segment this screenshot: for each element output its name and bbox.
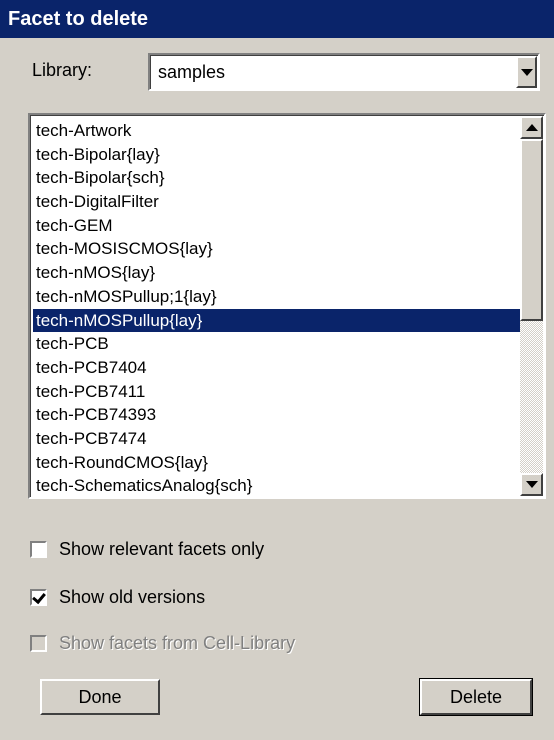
facet-list-item[interactable]: tech-PCB [33, 332, 521, 356]
facet-list-item[interactable]: tech-PCB74393 [33, 403, 521, 427]
facet-list-items: tech-Artwork tech-Bipolar{lay} tech-Bipola… [33, 119, 521, 498]
facet-list-item[interactable]: tech-SchematicsAnalog{sch} [33, 474, 521, 498]
show-cell-library-checkbox [30, 635, 47, 652]
facet-list-item[interactable]: tech-PCB7474 [33, 427, 521, 451]
library-select[interactable]: samples [148, 53, 540, 91]
facet-list-item[interactable]: tech-PCB7404 [33, 356, 521, 380]
done-button[interactable]: Done [40, 679, 160, 715]
delete-button[interactable]: Delete [419, 678, 533, 716]
facet-list-item[interactable]: tech-GEM [33, 214, 521, 238]
show-old-versions-checkbox[interactable] [30, 589, 47, 606]
chevron-down-icon [520, 68, 533, 76]
facet-list-item[interactable]: tech-Artwork [33, 119, 521, 143]
arrow-down-icon [525, 481, 538, 488]
facet-list-item[interactable]: tech-DigitalFilter [33, 190, 521, 214]
facet-list-item[interactable]: tech-RoundCMOS{lay} [33, 451, 521, 475]
facet-list-item[interactable]: tech-MOSISCMOS{lay} [33, 237, 521, 261]
facet-list-item[interactable]: tech-PCB7411 [33, 380, 521, 404]
show-relevant-label: Show relevant facets only [59, 539, 265, 559]
library-select-value: samples [158, 62, 226, 82]
arrow-up-icon [525, 124, 538, 131]
show-relevant-option[interactable]: Show relevant facets only [30, 539, 264, 560]
scrollbar-thumb[interactable] [520, 139, 543, 321]
facet-list-item[interactable]: tech-nMOSPullup{lay} [33, 308, 521, 333]
facet-list-item[interactable]: tech-Bipolar{lay} [33, 143, 521, 167]
show-old-versions-option[interactable]: Show old versions [30, 587, 205, 608]
checkmark-icon [32, 589, 46, 605]
window-title: Facet to delete [0, 0, 554, 38]
library-dropdown-button[interactable] [516, 56, 537, 88]
facet-list-scrollbar[interactable] [520, 116, 543, 496]
scroll-up-button[interactable] [520, 116, 543, 139]
scroll-down-button[interactable] [520, 473, 543, 496]
facet-list-item[interactable]: tech-nMOS{lay} [33, 261, 521, 285]
show-cell-library-label: Show facets from Cell-Library [59, 633, 296, 653]
library-label: Library: [32, 60, 93, 80]
show-relevant-checkbox[interactable] [30, 541, 47, 558]
facet-list-item[interactable]: tech-nMOSPullup;1{lay} [33, 285, 521, 309]
show-cell-library-option: Show facets from Cell-Library [30, 633, 295, 654]
facet-list-item[interactable]: tech-Bipolar{sch} [33, 166, 521, 190]
show-old-versions-label: Show old versions [59, 587, 206, 607]
facet-list[interactable]: tech-Artwork tech-Bipolar{lay} tech-Bipola… [28, 113, 546, 499]
